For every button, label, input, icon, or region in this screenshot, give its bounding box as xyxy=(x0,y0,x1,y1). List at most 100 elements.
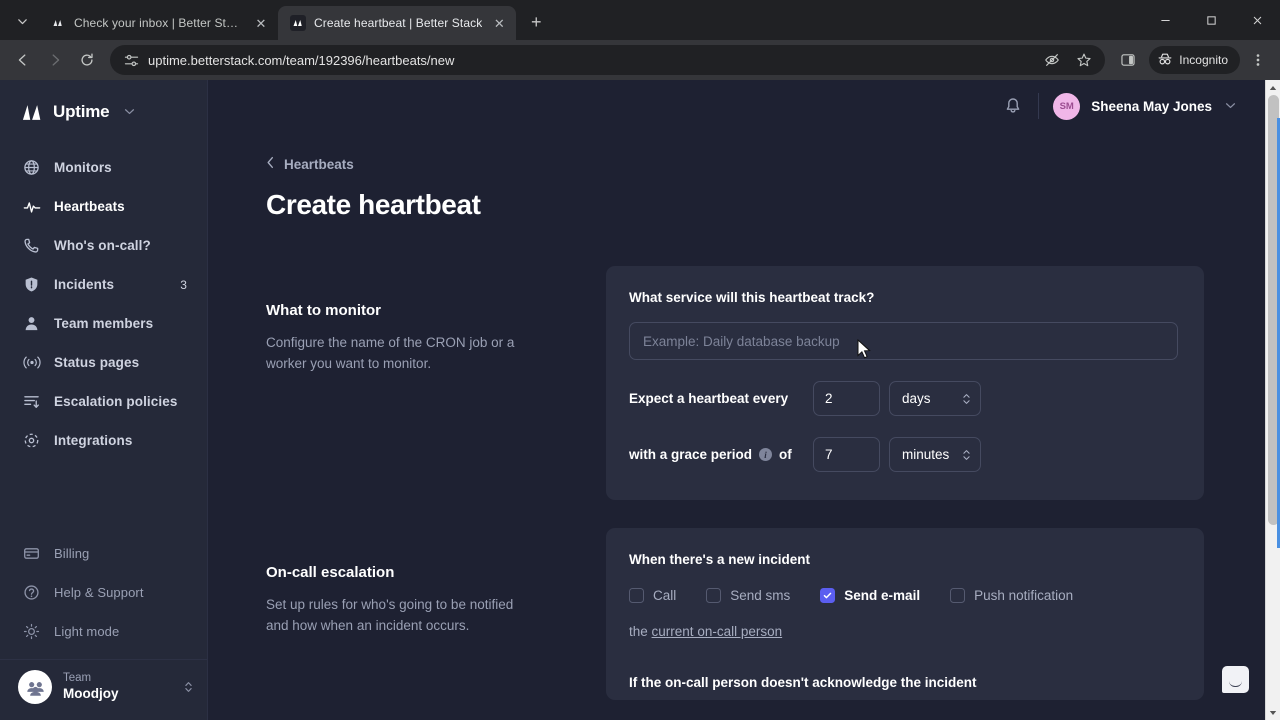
integrations-icon xyxy=(22,431,41,450)
section-title: On-call escalation xyxy=(266,564,395,581)
checkbox-box[interactable] xyxy=(629,588,644,603)
expect-heartbeat-label: Expect a heartbeat every xyxy=(629,391,789,406)
user-menu[interactable]: SM Sheena May Jones xyxy=(1053,92,1236,120)
checkbox-push-notification[interactable]: Push notification xyxy=(950,588,1073,603)
sidebar-item-label: Help & Support xyxy=(54,585,144,600)
tune-icon[interactable] xyxy=(122,51,140,69)
checkbox-box[interactable] xyxy=(706,588,722,603)
checkbox-label: Call xyxy=(653,588,677,603)
close-icon[interactable]: ✕ xyxy=(490,14,508,32)
escalation-icon xyxy=(22,392,41,411)
incognito-indicator[interactable]: Incognito xyxy=(1149,46,1240,74)
incognito-icon xyxy=(1157,51,1173,70)
sidebar-item-label: Integrations xyxy=(54,433,133,448)
sidebar-item-label: Who's on-call? xyxy=(54,238,151,253)
address-bar[interactable]: uptime.betterstack.com/team/192396/heart… xyxy=(110,45,1106,75)
app-topbar: SM Sheena May Jones xyxy=(208,80,1280,132)
section-description: Set up rules for who's going to be notif… xyxy=(266,597,514,633)
sun-icon xyxy=(22,622,41,641)
sidebar-item-status-pages[interactable]: Status pages xyxy=(0,343,207,382)
current-on-call-person-link[interactable]: current on-call person xyxy=(652,624,783,639)
monitor-settings-card: What service will this heartbeat track? … xyxy=(606,266,1204,500)
sidebar-item-label: Team members xyxy=(54,316,154,331)
chevron-updown-icon[interactable] xyxy=(184,680,193,694)
shield-alert-icon xyxy=(22,275,41,294)
expect-heartbeat-unit-select[interactable]: days xyxy=(889,381,981,416)
globe-icon xyxy=(22,158,41,177)
scroll-up-arrow[interactable] xyxy=(1266,80,1280,95)
chevron-down-icon[interactable] xyxy=(124,107,135,117)
sidebar-item-badge: 3 xyxy=(180,277,187,292)
sidebar-item-label: Monitors xyxy=(54,160,112,175)
team-name: Moodjoy xyxy=(63,685,119,701)
checkbox-call[interactable]: Call xyxy=(629,588,676,603)
incognito-label: Incognito xyxy=(1179,53,1228,67)
expect-heartbeat-value-input[interactable] xyxy=(813,381,880,416)
checkbox-send-email[interactable]: Send e-mail xyxy=(820,588,920,603)
tab-favicon-icon xyxy=(290,15,306,31)
star-icon[interactable] xyxy=(1069,45,1099,75)
maximize-button[interactable] xyxy=(1188,0,1234,40)
tab-search-button[interactable] xyxy=(8,7,36,35)
chevron-down-icon[interactable] xyxy=(1225,101,1236,111)
bell-icon[interactable] xyxy=(998,91,1028,121)
grace-period-value-input[interactable] xyxy=(813,437,880,472)
sidebar-item-incidents[interactable]: Incidents 3 xyxy=(0,265,207,304)
sidebar-item-monitors[interactable]: Monitors xyxy=(0,148,207,187)
grace-period-unit-select[interactable]: minutes xyxy=(889,437,981,472)
broadcast-icon xyxy=(22,353,41,372)
checkbox-label: Send sms xyxy=(730,588,791,603)
reload-icon[interactable] xyxy=(72,45,102,75)
eye-slash-icon[interactable] xyxy=(1037,45,1067,75)
user-name: Sheena May Jones xyxy=(1091,98,1212,114)
brand-uptime[interactable]: Uptime xyxy=(0,80,207,122)
sidebar-item-integrations[interactable]: Integrations xyxy=(0,421,207,460)
section-description-block: What to monitor Configure the name of th… xyxy=(266,266,606,500)
sidebar-item-light-mode[interactable]: Light mode xyxy=(0,612,207,651)
chat-smile-icon[interactable] xyxy=(1222,666,1249,693)
sidebar-item-heartbeats[interactable]: Heartbeats xyxy=(0,187,207,226)
service-name-input[interactable] xyxy=(629,322,1178,360)
checkbox-box[interactable] xyxy=(950,588,966,603)
scroll-down-arrow[interactable] xyxy=(1266,705,1280,720)
sidebar-item-help-support[interactable]: Help & Support xyxy=(0,573,207,612)
page-scrollbar[interactable] xyxy=(1265,80,1280,720)
browser-window: Check your inbox | Better Stack ✕ Create… xyxy=(0,0,1280,720)
section-description-block: On-call escalation Set up rules for who'… xyxy=(266,528,606,700)
chevron-updown-icon[interactable] xyxy=(962,448,971,462)
forward-icon[interactable] xyxy=(40,45,70,75)
sidebar-item-escalation-policies[interactable]: Escalation policies xyxy=(0,382,207,421)
sidebar-item-team-members[interactable]: Team members xyxy=(0,304,207,343)
checkbox-box[interactable] xyxy=(820,588,836,603)
minimize-button[interactable] xyxy=(1142,0,1188,40)
sidebar-item-label: Light mode xyxy=(54,624,120,639)
info-icon[interactable]: i xyxy=(759,448,773,461)
card-title: When there's a new incident xyxy=(629,552,810,567)
omnibox-actions xyxy=(1037,45,1099,75)
sidebar-item-label: Escalation policies xyxy=(54,394,178,409)
pulse-icon xyxy=(22,197,41,216)
browser-tab-create-heartbeat[interactable]: Create heartbeat | Better Stack ✕ xyxy=(278,6,517,40)
close-icon[interactable]: ✕ xyxy=(252,14,270,32)
sidebar-item-whos-on-call[interactable]: Who's on-call? xyxy=(0,226,207,265)
kebab-menu-icon[interactable] xyxy=(1244,46,1272,74)
section-on-call-escalation: On-call escalation Set up rules for who'… xyxy=(266,528,1204,700)
split-panel-icon[interactable] xyxy=(1113,45,1143,75)
select-value: days xyxy=(902,391,931,406)
breadcrumb[interactable]: Heartbeats xyxy=(266,156,1204,172)
breadcrumb-label: Heartbeats xyxy=(284,156,354,172)
sidebar-item-billing[interactable]: Billing xyxy=(0,534,207,573)
sidebar-item-label: Heartbeats xyxy=(54,199,125,214)
window-controls xyxy=(1142,0,1280,40)
new-tab-button[interactable]: + xyxy=(522,8,550,36)
escalation-footer-text: If the on-call person doesn't acknowledg… xyxy=(629,675,977,690)
chevron-updown-icon[interactable] xyxy=(962,392,971,406)
window-close-button[interactable] xyxy=(1234,0,1280,40)
back-icon[interactable] xyxy=(8,45,38,75)
team-switcher[interactable]: Team Moodjoy xyxy=(0,659,207,720)
browser-toolbar: uptime.betterstack.com/team/192396/heart… xyxy=(0,40,1280,80)
question-circle-icon xyxy=(22,583,41,602)
browser-tab-inbox[interactable]: Check your inbox | Better Stack ✕ xyxy=(38,6,278,40)
checkbox-label: Send e-mail xyxy=(844,588,921,603)
checkbox-send-sms[interactable]: Send sms xyxy=(706,588,790,603)
